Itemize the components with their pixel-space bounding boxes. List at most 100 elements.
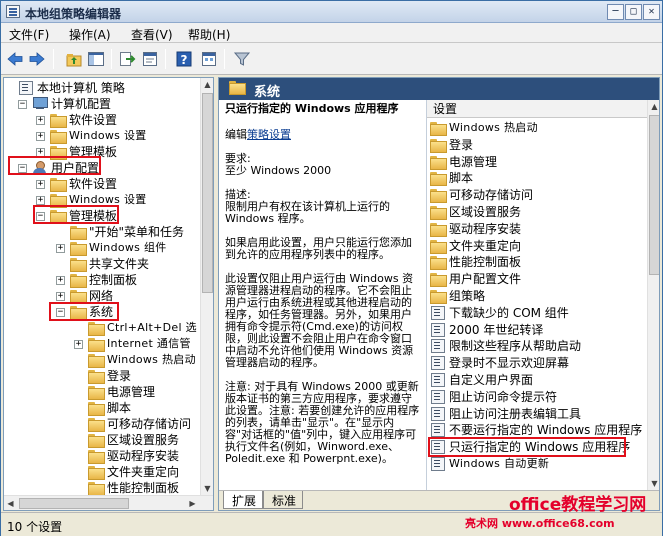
- list-item[interactable]: 登录时不显示欢迎屏幕: [430, 355, 569, 371]
- list-item[interactable]: 组策略: [430, 288, 485, 304]
- list-item[interactable]: 2000 年世纪转译: [430, 322, 543, 338]
- tree-horizontal-scrollbar[interactable]: ◀ ▶: [4, 495, 213, 510]
- list-item-label: Windows 自动更新: [449, 457, 550, 470]
- tree-item[interactable]: 文件夹重定向: [88, 464, 179, 480]
- tree-item[interactable]: Windows 热启动: [88, 352, 196, 368]
- tree-item[interactable]: 区域设置服务: [88, 432, 179, 448]
- menu-action[interactable]: 操作(A): [69, 26, 111, 43]
- collapse-icon[interactable]: −: [18, 100, 27, 109]
- list-item[interactable]: 脚本: [430, 170, 473, 187]
- policy-icon: [430, 339, 446, 354]
- scroll-up-icon[interactable]: ▲: [648, 100, 659, 113]
- list-item[interactable]: 自定义用户界面: [430, 372, 533, 388]
- scroll-thumb[interactable]: [202, 93, 213, 293]
- list-item[interactable]: 区域设置服务: [430, 204, 521, 220]
- tree-item[interactable]: 软件设置: [50, 176, 117, 192]
- list-item-label: Windows 热启动: [449, 121, 538, 134]
- title-bar[interactable]: 本地组策略编辑器 ─ □ ✕: [1, 1, 662, 23]
- scroll-thumb[interactable]: [19, 498, 129, 509]
- list-item[interactable]: 阻止访问命令提示符: [430, 389, 557, 405]
- edit-policy-link[interactable]: 策略设置: [247, 128, 291, 141]
- window-title: 本地组策略编辑器: [25, 7, 122, 21]
- list-item[interactable]: 电源管理: [430, 154, 497, 170]
- tree-item[interactable]: 电源管理: [88, 384, 155, 400]
- folder-icon: [70, 290, 87, 304]
- policy-icon: [430, 457, 446, 471]
- list-item[interactable]: 性能控制面板: [430, 254, 521, 271]
- tree-item[interactable]: 计算机配置: [32, 96, 111, 112]
- list-item-label: 电源管理: [449, 154, 498, 169]
- scroll-right-icon[interactable]: ▶: [186, 496, 199, 510]
- tree-item[interactable]: 登录: [88, 368, 131, 384]
- list-item[interactable]: 限制这些程序从帮助启动: [430, 338, 581, 354]
- list-item[interactable]: 阻止访问注册表编辑工具: [430, 406, 581, 422]
- tree-item[interactable]: 共享文件夹: [70, 256, 149, 272]
- tab-standard[interactable]: 标准: [263, 491, 304, 509]
- tree-item[interactable]: 本地计算机 策略: [18, 80, 125, 96]
- menu-help[interactable]: 帮助(H): [188, 26, 230, 43]
- view-icon[interactable]: [200, 50, 218, 68]
- forward-arrow-icon[interactable]: [28, 50, 46, 68]
- expand-icon[interactable]: +: [56, 244, 65, 253]
- tree-item[interactable]: 软件设置: [50, 112, 117, 128]
- expand-icon[interactable]: +: [36, 180, 45, 189]
- scroll-down-icon[interactable]: ▼: [201, 482, 213, 495]
- scroll-left-icon[interactable]: ◀: [4, 496, 17, 510]
- toolbar-separator: [224, 49, 225, 69]
- folder-icon: [430, 138, 447, 153]
- scroll-up-icon[interactable]: ▲: [201, 78, 213, 91]
- folder-icon: [88, 402, 105, 416]
- tree-item[interactable]: Ctrl+Alt+Del 选: [88, 320, 197, 336]
- list-vertical-scrollbar[interactable]: ▲ ▼: [647, 100, 659, 490]
- list-item[interactable]: 驱动程序安装: [430, 221, 521, 237]
- expand-icon[interactable]: +: [74, 340, 83, 349]
- tree-item[interactable]: 性能控制面板: [88, 480, 179, 496]
- minimize-button[interactable]: ─: [607, 4, 624, 20]
- list-item[interactable]: Windows 热启动: [430, 120, 538, 136]
- close-button[interactable]: ✕: [643, 4, 660, 20]
- up-folder-icon[interactable]: [65, 50, 83, 68]
- tree-vertical-scrollbar[interactable]: ▲ ▼: [200, 78, 213, 495]
- filter-icon[interactable]: [233, 50, 251, 68]
- expand-icon[interactable]: +: [36, 196, 45, 205]
- tree-item[interactable]: Windows 设置: [50, 128, 147, 144]
- tree-item[interactable]: 驱动程序安装: [88, 448, 179, 464]
- show-hide-tree-icon[interactable]: [87, 50, 105, 68]
- tab-extended[interactable]: 扩展: [223, 491, 264, 509]
- description-paragraph: 如果启用此设置，用户只能运行您添加到允许的应用程序列表中的程序。: [225, 236, 412, 261]
- export-list-icon[interactable]: [118, 50, 136, 68]
- list-item[interactable]: Windows 自动更新: [430, 456, 549, 472]
- tree-item[interactable]: 控制面板: [70, 272, 137, 288]
- list-item[interactable]: 用户配置文件: [430, 271, 521, 288]
- list-item[interactable]: 可移动存储访问: [430, 187, 533, 204]
- maximize-button[interactable]: □: [625, 4, 642, 20]
- list-item[interactable]: 下载缺少的 COM 组件: [430, 305, 569, 321]
- column-header-settings[interactable]: 设置: [427, 100, 647, 118]
- toolbar-separator: [53, 49, 54, 69]
- console-tree[interactable]: 本地计算机 策略 − 计算机配置 + 软件设置 + Windows 设置 + 管理模板 − 用户配置…: [3, 77, 214, 511]
- expand-icon[interactable]: +: [56, 292, 65, 301]
- list-item[interactable]: 文件夹重定向: [430, 238, 521, 254]
- help-icon[interactable]: ?: [175, 50, 193, 68]
- tree-item[interactable]: "开始"菜单和任务: [70, 224, 184, 240]
- tree-item[interactable]: Internet 通信管: [88, 336, 191, 352]
- settings-list[interactable]: 设置 Windows 热启动 登录电源管理 脚本 可移动存储访问 区域设置服务 驱动程序安…: [426, 100, 659, 490]
- menu-view[interactable]: 查看(V): [131, 26, 173, 43]
- list-item-label: 登录: [449, 137, 474, 152]
- tree-item-label: 控制面板: [89, 273, 138, 287]
- properties-icon[interactable]: [141, 50, 159, 68]
- scroll-down-icon[interactable]: ▼: [648, 477, 659, 490]
- list-item[interactable]: 不要运行指定的 Windows 应用程序: [430, 422, 642, 438]
- expand-icon[interactable]: +: [56, 276, 65, 285]
- expand-icon[interactable]: +: [36, 116, 45, 125]
- folder-icon: [88, 450, 105, 464]
- requirement-block: 要求: 至少 Windows 2000: [225, 153, 420, 177]
- scroll-thumb[interactable]: [649, 115, 659, 275]
- list-item[interactable]: 登录: [430, 137, 473, 153]
- tree-item[interactable]: 可移动存储访问: [88, 416, 191, 432]
- expand-icon[interactable]: +: [36, 132, 45, 141]
- tree-item[interactable]: 脚本: [88, 400, 131, 416]
- tree-item[interactable]: Windows 组件: [70, 240, 167, 256]
- menu-file[interactable]: 文件(F): [9, 26, 49, 43]
- back-arrow-icon[interactable]: [6, 50, 24, 68]
